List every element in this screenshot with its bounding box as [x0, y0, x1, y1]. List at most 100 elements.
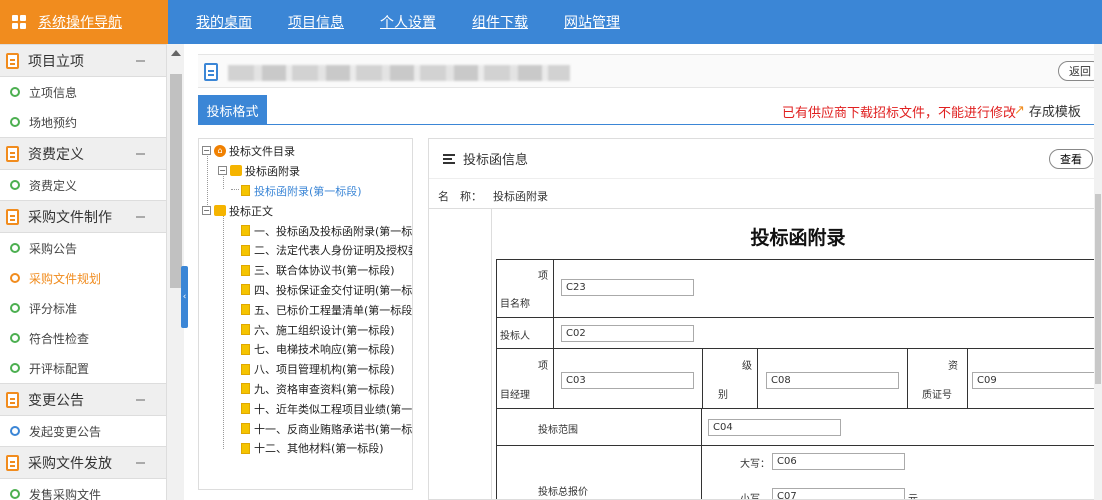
sidebar-collapse-handle[interactable]: ‹ [181, 266, 188, 328]
folder-icon [214, 205, 226, 216]
tree-node-label: 四、投标保证金交付证明(第一标 [254, 283, 413, 297]
lower-amount-label: 小写 [740, 494, 760, 500]
app-window: { "app": {"title": "系统操作导航"}, "topnav": … [0, 0, 1102, 500]
app-logo[interactable]: 系统操作导航 [0, 0, 168, 44]
collapse-minus-icon[interactable] [136, 399, 145, 401]
lower-amount-field[interactable]: C07 [772, 488, 905, 499]
collapse-minus-icon[interactable] [136, 216, 145, 218]
sidebar-item-venue-booking[interactable]: 场地预约 [0, 107, 167, 137]
upper-amount-field[interactable]: C06 [772, 453, 905, 470]
sidebar-item-initiate-change[interactable]: 发起变更公告 [0, 416, 167, 446]
sidebar-item-procurement-planning[interactable]: 采购文件规划 [0, 263, 167, 293]
collapse-toggle-icon[interactable]: − [218, 166, 227, 175]
page-scrollbar[interactable] [1094, 44, 1102, 500]
main-content: 返回 投标格式 已有供应商下载招标文件，不能进行修改 ↗ 存成模板 − ⌂ 投标文… [188, 44, 1102, 500]
sidebar-item-compliance-check[interactable]: 符合性检查 [0, 323, 167, 353]
tree-node-label: 投标文件目录 [229, 144, 295, 158]
tree-node-label: 投标正文 [229, 204, 273, 218]
nav-component-download[interactable]: 组件下载 [472, 12, 528, 32]
tree-node-body-item[interactable]: 九、资格审查资料(第一标段) [241, 379, 395, 398]
sidebar-item-label: 发售采购文件 [29, 487, 102, 500]
sidebar-item-label: 立项信息 [29, 85, 78, 100]
tree-node-appendix-item[interactable]: 投标函附录(第一标段) [241, 181, 362, 200]
project-name-field[interactable]: C23 [561, 279, 694, 296]
bidder-field[interactable]: C02 [561, 325, 694, 342]
sidebar-item-sell-docs[interactable]: 发售采购文件 [0, 479, 167, 500]
tree-node-label: 九、资格审查资料(第一标段) [254, 382, 395, 396]
tree-node-body-item[interactable]: 八、项目管理机构(第一标段) [241, 360, 395, 379]
circle-icon [10, 363, 20, 373]
scrollbar-thumb[interactable] [1095, 194, 1101, 384]
manager-field[interactable]: C03 [561, 372, 694, 389]
scroll-up-icon[interactable] [171, 50, 181, 56]
level-field[interactable]: C08 [766, 372, 899, 389]
document-icon [6, 145, 19, 162]
sidebar-item-label: 符合性检查 [29, 331, 90, 346]
circle-icon [10, 117, 20, 127]
document-icon [241, 363, 250, 375]
collapse-toggle-icon[interactable]: − [202, 206, 211, 215]
document-icon [241, 244, 250, 256]
tree-node-label: 投标函附录(第一标段) [254, 184, 362, 198]
tree-node-body-item[interactable]: 十二、其他材料(第一标段) [241, 439, 384, 458]
document-icon [241, 185, 250, 196]
menu-grid-icon [12, 15, 26, 29]
tree-node-appendix[interactable]: − 投标函附录 [218, 161, 300, 180]
tree-node-body-item[interactable]: 五、已标价工程量清单(第一标段 [241, 300, 412, 319]
tree-node-body-item[interactable]: 十、近年类似工程项目业绩(第一 [241, 399, 412, 418]
sidebar-item-bid-evaluation-config[interactable]: 开评标配置 [0, 353, 167, 383]
tree-node-body-item[interactable]: 七、电梯技术响应(第一标段) [241, 340, 395, 359]
sidebar-group-procurement-docs[interactable]: 采购文件制作 [0, 200, 167, 233]
nav-site-management[interactable]: 网站管理 [564, 12, 620, 32]
tab-bid-format[interactable]: 投标格式 [198, 95, 267, 125]
circle-icon [10, 180, 20, 190]
bidder-label: 投标人 [500, 331, 530, 342]
sidebar-item-scoring-criteria[interactable]: 评分标准 [0, 293, 167, 323]
sidebar-item-project-info[interactable]: 立项信息 [0, 77, 167, 107]
nav-my-desktop[interactable]: 我的桌面 [196, 12, 252, 32]
view-button[interactable]: 查看 [1049, 149, 1093, 169]
circle-icon [10, 303, 20, 313]
scope-label: 投标范围 [538, 425, 578, 436]
scrollbar-thumb[interactable] [170, 74, 182, 288]
sidebar-group-doc-distribution[interactable]: 采购文件发放 [0, 446, 167, 479]
file-icon [204, 63, 218, 81]
tree-node-body-item[interactable]: 二、法定代表人身份证明及授权委 [241, 241, 412, 260]
document-icon [241, 304, 250, 316]
save-template-button[interactable]: ↗ 存成模板 [1014, 101, 1081, 120]
sidebar-group-project-setup[interactable]: 项目立项 [0, 44, 167, 77]
document-icon [241, 383, 250, 395]
save-template-label: 存成模板 [1028, 105, 1081, 120]
collapse-minus-icon[interactable] [136, 60, 145, 62]
name-label: 名 称： [438, 189, 482, 203]
level-label-a: 级 [742, 361, 752, 372]
project-name-label-b: 目名称 [500, 299, 530, 310]
cert-field[interactable]: C09 [972, 372, 1100, 389]
nav-personal-settings[interactable]: 个人设置 [380, 12, 436, 32]
sidebar-item-fee-definition[interactable]: 资费定义 [0, 170, 167, 200]
sidebar-item-procurement-notice[interactable]: 采购公告 [0, 233, 167, 263]
sidebar-group-change-notice[interactable]: 变更公告 [0, 383, 167, 416]
sidebar-item-label: 开评标配置 [29, 361, 90, 376]
tree-node-body[interactable]: − 投标正文 [202, 201, 273, 220]
save-icon: ↗ [1014, 103, 1025, 118]
tree-node-body-item[interactable]: 六、施工组织设计(第一标段) [241, 320, 395, 339]
nav-project-info[interactable]: 项目信息 [288, 12, 344, 32]
collapse-toggle-icon[interactable]: − [202, 146, 211, 155]
tree-node-root[interactable]: − ⌂ 投标文件目录 [202, 141, 295, 160]
tree-node-body-item[interactable]: 四、投标保证金交付证明(第一标 [241, 280, 412, 299]
tree-node-body-item[interactable]: 十一、反商业贿赂承诺书(第一标 [241, 419, 412, 438]
document-icon [241, 324, 250, 335]
document-icon [6, 52, 19, 69]
panel-header: 投标函信息 查看 [429, 139, 1101, 179]
lower-amount-unit: 元 [908, 494, 918, 500]
collapse-minus-icon[interactable] [136, 462, 145, 464]
tree-node-body-item[interactable]: 三、联合体协议书(第一标段) [241, 261, 395, 280]
total-price-label: 投标总报价 [538, 487, 588, 498]
scope-field[interactable]: C04 [708, 419, 841, 436]
form-table: 项 目名称 C23 投标人 C02 项 目经理 C03 级 别 C08 资 质证… [496, 259, 1101, 500]
tree-node-body-item[interactable]: 一、投标函及投标函附录(第一标 [241, 221, 412, 240]
sidebar-group-fee-definition[interactable]: 资费定义 [0, 137, 167, 170]
collapse-minus-icon[interactable] [136, 153, 145, 155]
document-icon [241, 284, 250, 296]
